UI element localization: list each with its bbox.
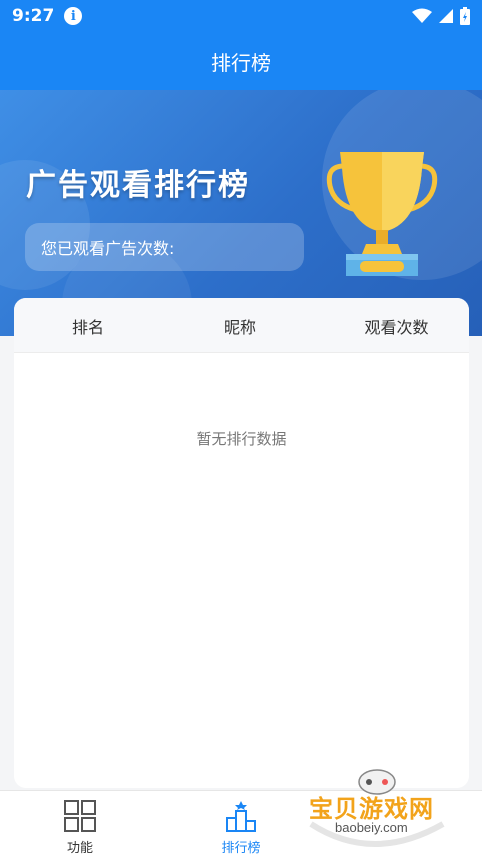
ranking-card: 排名 昵称 观看次数 暂无排行数据 (14, 298, 469, 788)
nav-label-functions: 功能 (66, 841, 93, 856)
nav-item-functions[interactable]: 功能 (20, 791, 140, 857)
status-time: 9:27 (12, 6, 55, 26)
signal-icon (439, 9, 453, 23)
info-icon: i (64, 7, 83, 25)
app-bar: 排行榜 (0, 32, 482, 90)
status-icons (412, 7, 470, 25)
podium-icon (226, 801, 256, 832)
watch-count-pill: 您已观看广告次数: (25, 223, 304, 271)
site-watermark: 宝贝游戏网 baobeiy.com (303, 764, 453, 854)
banner-title: 广告观看排行榜 (26, 168, 250, 203)
watermark-url: baobeiy.com (335, 820, 408, 835)
watch-count-label: 您已观看广告次数: (41, 239, 175, 258)
page-title: 排行榜 (211, 50, 271, 75)
column-header-nickname: 昵称 (223, 317, 256, 337)
battery-icon (460, 7, 470, 25)
empty-state-message: 暂无排行数据 (196, 430, 287, 448)
watermark-text: 宝贝游戏网 (309, 795, 434, 823)
grid-icon (64, 800, 96, 832)
wifi-icon (412, 8, 432, 23)
column-header-count: 观看次数 (364, 317, 429, 337)
table-header: 排名 昵称 观看次数 (14, 298, 469, 353)
nav-item-leaderboard[interactable]: 排行榜 (181, 791, 301, 857)
trophy-icon (326, 152, 438, 276)
column-header-rank: 排名 (71, 317, 104, 337)
nav-label-leaderboard: 排行榜 (221, 841, 261, 856)
status-bar: 9:27 i (0, 0, 482, 32)
